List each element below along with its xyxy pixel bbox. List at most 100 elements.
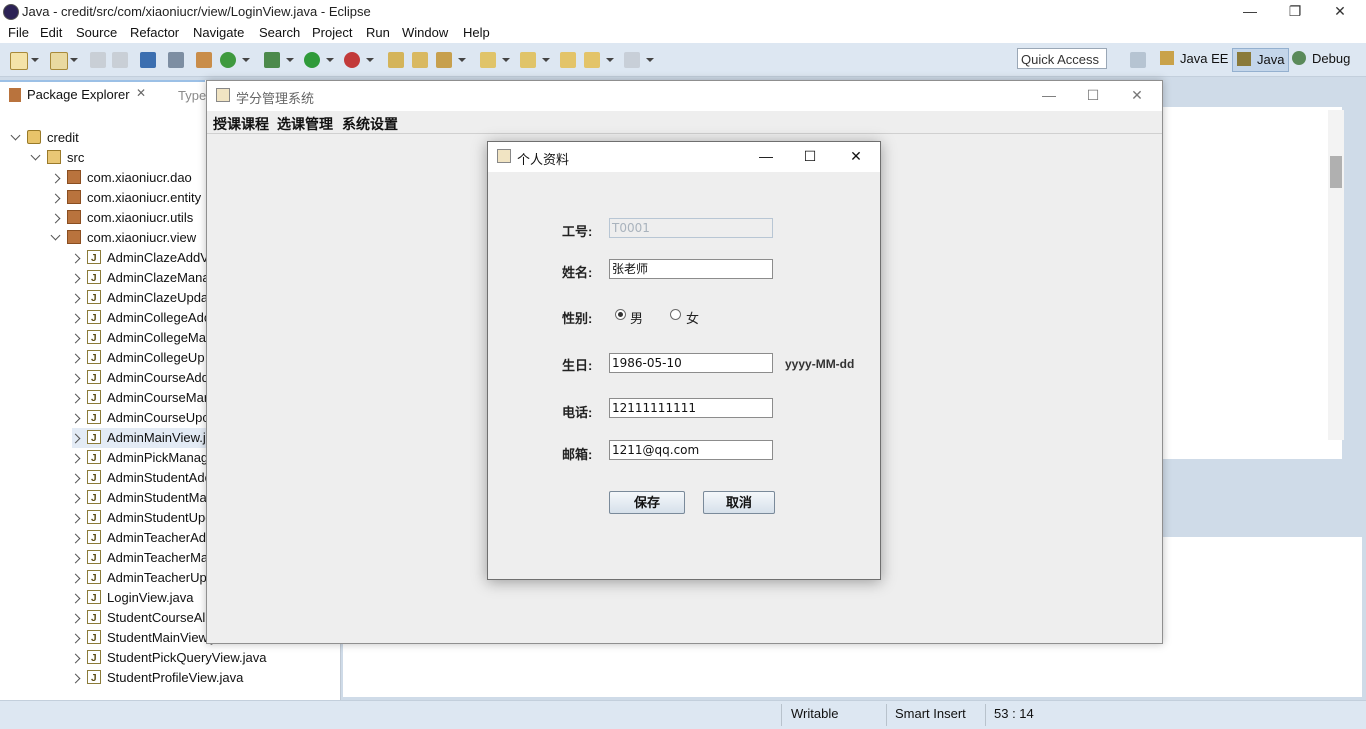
menu-navigate[interactable]: Navigate (193, 25, 244, 40)
tree-item[interactable]: AdminClazeUpda (70, 288, 208, 309)
chevron-down-icon[interactable] (30, 150, 41, 161)
maximize-icon[interactable]: ☐ (788, 147, 832, 166)
chevron-down-icon[interactable] (70, 58, 78, 62)
chevron-right-icon[interactable] (70, 653, 81, 664)
chevron-right-icon[interactable] (70, 373, 81, 384)
chevron-right-icon[interactable] (50, 173, 61, 184)
name-field[interactable]: 张老师 (609, 259, 773, 279)
debug-icon[interactable] (264, 52, 280, 68)
chevron-right-icon[interactable] (70, 453, 81, 464)
console-icon[interactable] (140, 52, 156, 68)
tree-item[interactable]: AdminTeacherUp (70, 568, 207, 589)
menu-window[interactable]: Window (402, 25, 448, 40)
chevron-right-icon[interactable] (70, 293, 81, 304)
menu-refactor[interactable]: Refactor (130, 25, 179, 40)
chevron-down-icon[interactable] (286, 58, 294, 62)
menu-project[interactable]: Project (312, 25, 352, 40)
tree-item[interactable]: AdminClazeMana (70, 268, 210, 289)
tree-item[interactable]: StudentProfileView.java (70, 668, 243, 689)
tree-item[interactable]: AdminTeacherMa (70, 548, 208, 569)
chevron-right-icon[interactable] (70, 473, 81, 484)
pen-icon[interactable] (436, 52, 452, 68)
perspective-java-ee[interactable]: Java EE (1160, 48, 1228, 70)
chevron-right-icon[interactable] (70, 253, 81, 264)
chevron-down-icon[interactable] (542, 58, 550, 62)
skip-breakpoints-icon[interactable] (168, 52, 184, 68)
chevron-right-icon[interactable] (70, 413, 81, 424)
minimize-icon[interactable]: — (744, 147, 788, 166)
tree-item[interactable]: AdminCollegeAdc (70, 308, 210, 329)
quick-access-input[interactable]: Quick Access (1017, 48, 1107, 69)
perspective-java[interactable]: Java (1232, 48, 1290, 72)
scrollbar-thumb[interactable] (1330, 156, 1342, 188)
chevron-right-icon[interactable] (70, 353, 81, 364)
chevron-right-icon[interactable] (70, 493, 81, 504)
chevron-right-icon[interactable] (50, 213, 61, 224)
chevron-right-icon[interactable] (70, 273, 81, 284)
minimize-icon[interactable]: — (1228, 2, 1272, 21)
close-icon[interactable]: ✕ (834, 147, 878, 166)
tree-item[interactable]: AdminCollegeMa (70, 328, 206, 349)
chevron-right-icon[interactable] (70, 313, 81, 324)
tree-item[interactable]: StudentPickQueryView.java (70, 648, 266, 669)
tree-item[interactable]: credit (10, 128, 79, 148)
save-icon[interactable] (90, 52, 106, 68)
restore-icon[interactable]: ❐ (1273, 2, 1317, 21)
chevron-right-icon[interactable] (70, 613, 81, 624)
tree-item[interactable]: AdminCollegeUp (70, 348, 205, 369)
prev-annotation-icon[interactable] (520, 52, 536, 68)
type-hierarchy-tab[interactable]: Type (178, 88, 206, 103)
close-tab-icon[interactable]: ✕ (136, 86, 146, 100)
open-type-icon[interactable] (196, 52, 212, 68)
perspective-debug[interactable]: Debug (1292, 48, 1350, 70)
tree-item[interactable]: com.xiaoniucr.entity (50, 188, 201, 208)
tree-item[interactable]: AdminStudentUpc (70, 508, 212, 529)
tree-item[interactable]: com.xiaoniucr.utils (50, 208, 193, 228)
chevron-right-icon[interactable] (70, 533, 81, 544)
chevron-down-icon[interactable] (606, 58, 614, 62)
menu-file[interactable]: File (8, 25, 29, 40)
tree-item[interactable]: AdminCourseUpc (70, 408, 209, 429)
refresh-icon[interactable] (220, 52, 236, 68)
minimize-icon[interactable]: — (1027, 86, 1071, 105)
tree-item[interactable]: AdminCourseMar (70, 388, 208, 409)
new-project-icon[interactable] (50, 52, 68, 70)
chevron-right-icon[interactable] (70, 433, 81, 444)
tree-item[interactable]: AdminTeacherAd (70, 528, 206, 549)
maximize-icon[interactable]: ☐ (1071, 86, 1115, 105)
menu-course-selection[interactable]: 选课管理 (277, 114, 333, 134)
gender-male-label[interactable]: 男 (630, 308, 643, 327)
tree-item[interactable]: AdminMainView.j (70, 428, 210, 449)
menu-run[interactable]: Run (366, 25, 390, 40)
chevron-down-icon[interactable] (502, 58, 510, 62)
chevron-down-icon[interactable] (458, 58, 466, 62)
menu-search[interactable]: Search (259, 25, 300, 40)
editor-vertical-scrollbar[interactable] (1328, 110, 1344, 440)
chevron-right-icon[interactable] (50, 193, 61, 204)
package-explorer-tab[interactable]: Package Explorer ✕ Type (0, 80, 206, 109)
tree-item[interactable]: AdminClazeAddV (70, 248, 209, 269)
tree-item[interactable]: com.xiaoniucr.dao (50, 168, 192, 188)
menu-system-settings[interactable]: 系统设置 (342, 114, 398, 134)
menu-teaching-courses[interactable]: 授课课程 (213, 114, 269, 134)
next-annotation-icon[interactable] (480, 52, 496, 68)
open-folder-icon[interactable] (388, 52, 404, 68)
open-perspective-icon[interactable] (1130, 52, 1146, 68)
chevron-right-icon[interactable] (70, 333, 81, 344)
menu-edit[interactable]: Edit (40, 25, 62, 40)
phone-field[interactable]: 12111111111 (609, 398, 773, 418)
close-icon[interactable]: ✕ (1115, 86, 1159, 105)
last-edit-icon[interactable] (560, 52, 576, 68)
gender-male-radio[interactable] (615, 309, 626, 320)
birthday-field[interactable]: 1986-05-10 (609, 353, 773, 373)
gender-female-radio[interactable] (670, 309, 681, 320)
chevron-down-icon[interactable] (50, 230, 61, 241)
tree-item[interactable]: com.xiaoniucr.view (50, 228, 196, 248)
chevron-right-icon[interactable] (70, 633, 81, 644)
tree-item[interactable]: src (30, 148, 84, 168)
tree-item[interactable]: StudentCourseAll (70, 608, 208, 629)
back-icon[interactable] (584, 52, 600, 68)
chevron-down-icon[interactable] (366, 58, 374, 62)
tree-item[interactable]: AdminPickManag (70, 448, 208, 469)
chevron-down-icon[interactable] (326, 58, 334, 62)
